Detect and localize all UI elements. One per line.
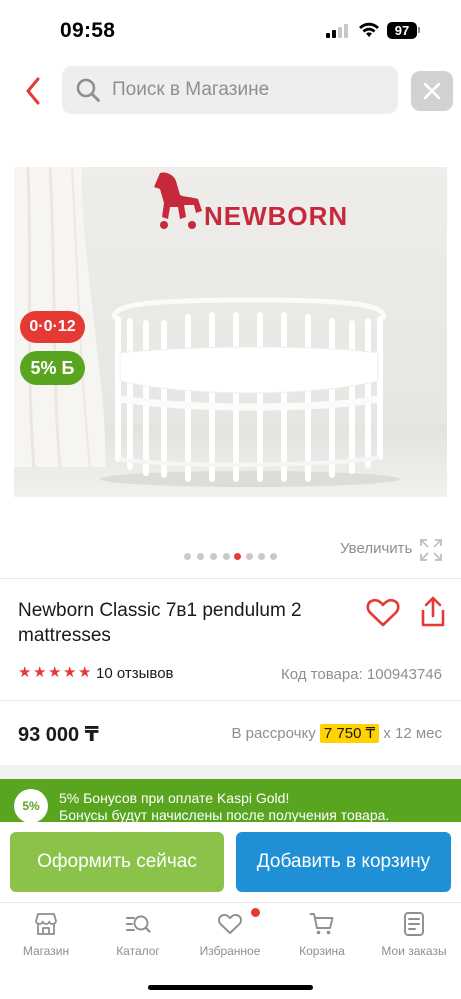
reviews-link[interactable]: 10 отзывов xyxy=(96,665,174,682)
search-input[interactable] xyxy=(112,66,392,114)
bonus-badge: 5% Б xyxy=(20,351,85,385)
installment-prefix: В рассрочку xyxy=(231,725,316,742)
newborn-sign: NEWBORN xyxy=(204,201,348,231)
orders-icon xyxy=(404,912,424,936)
home-indicator[interactable] xyxy=(148,985,313,990)
star-icon: ★ xyxy=(78,664,92,681)
product-code: Код товара: 100943746 xyxy=(281,666,442,683)
price: 93 000 ₸ xyxy=(18,724,99,746)
tab-orders[interactable]: Мои заказы xyxy=(368,903,460,967)
signal-icon xyxy=(326,24,350,38)
checkout-now-button[interactable]: Оформить сейчас xyxy=(10,832,224,892)
tab-store[interactable]: Магазин xyxy=(0,903,92,967)
search-icon xyxy=(76,78,100,102)
chevron-left-icon xyxy=(26,77,40,105)
action-bar: Оформить сейчас Добавить в корзину xyxy=(0,822,461,902)
catalog-search-icon xyxy=(126,915,151,933)
gallery-dot[interactable] xyxy=(270,553,277,560)
star-icon: ★ xyxy=(33,664,47,681)
status-bar: 09:58 97 xyxy=(0,0,461,58)
gallery-dot[interactable] xyxy=(246,553,253,560)
tab-label: Мои заказы xyxy=(381,944,447,958)
installment-info[interactable]: В рассрочку 7 750 ₸ х 12 мес xyxy=(231,724,442,743)
gallery-dot[interactable] xyxy=(210,553,217,560)
gallery-dot[interactable] xyxy=(223,553,230,560)
divider xyxy=(0,700,461,701)
cart-icon xyxy=(309,913,334,935)
tab-label: Избранное xyxy=(199,944,261,958)
heart-icon xyxy=(218,914,242,934)
zoom-label: Увеличить xyxy=(340,540,413,557)
star-icon: ★ xyxy=(48,664,62,681)
star-icon: ★ xyxy=(63,664,77,681)
favorite-button[interactable] xyxy=(366,598,400,628)
product-title: Newborn Classic 7в1 pendulum 2 mattresse… xyxy=(18,600,302,646)
installment-amount: 7 750 ₸ xyxy=(319,724,380,743)
bonus-banner-subtitle: Бонусы будут начислены после получения т… xyxy=(59,807,390,823)
section-separator xyxy=(0,765,461,779)
share-button[interactable] xyxy=(420,596,446,628)
tab-label: Магазин xyxy=(22,944,70,958)
tab-cart[interactable]: Корзина xyxy=(276,903,368,967)
clear-search-button[interactable] xyxy=(411,71,453,111)
gallery-dot[interactable] xyxy=(197,553,204,560)
share-icon xyxy=(421,596,445,627)
installment-suffix: х 12 мес xyxy=(383,725,442,742)
tab-label: Каталог xyxy=(116,944,160,958)
gallery-dot[interactable] xyxy=(258,553,265,560)
tab-favorites[interactable]: Избранное xyxy=(184,903,276,967)
add-to-cart-button[interactable]: Добавить в корзину xyxy=(236,832,451,892)
close-icon xyxy=(423,82,441,100)
gallery-dot-active[interactable] xyxy=(234,553,241,560)
search-box[interactable] xyxy=(62,66,398,114)
installment-badge: 0·0·12 xyxy=(20,311,85,343)
battery-tip xyxy=(418,27,420,33)
star-icon: ★ xyxy=(18,664,32,681)
divider xyxy=(0,578,461,579)
store-icon xyxy=(35,913,57,935)
back-button[interactable] xyxy=(20,74,48,108)
status-time: 09:58 xyxy=(60,19,116,42)
tab-label: Корзина xyxy=(299,944,345,958)
kaspi-gold-banner[interactable]: 5% 5% Бонусов при оплате Kaspi Gold! Бон… xyxy=(0,779,461,825)
gallery-dot[interactable] xyxy=(184,553,191,560)
tab-catalog[interactable]: Каталог xyxy=(92,903,184,967)
notification-dot xyxy=(251,908,260,917)
bonus-percent-badge: 5% xyxy=(14,789,48,823)
battery-icon: 97 xyxy=(387,22,417,39)
expand-icon xyxy=(420,539,442,561)
wifi-icon xyxy=(359,22,379,37)
heart-icon xyxy=(366,598,400,627)
bonus-banner-title: 5% Бонусов при оплате Kaspi Gold! xyxy=(59,790,290,806)
